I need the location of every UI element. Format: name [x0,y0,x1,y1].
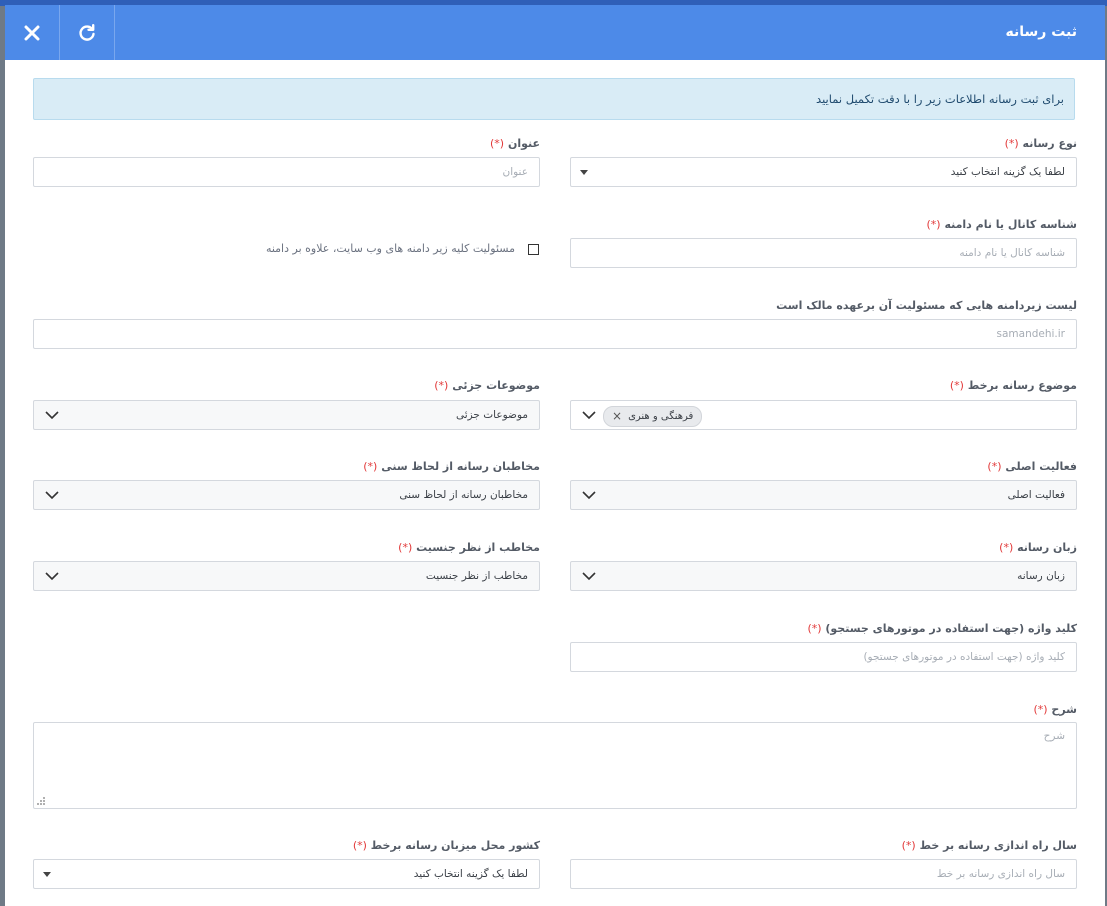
topic-tag: فرهنگی و هنری × [603,406,703,427]
sub-topics-label: موضوعات جزئی (*) [434,379,540,392]
age-audience-label: مخاطبان رسانه از لحاظ سنی (*) [363,460,540,473]
required-mark: (*) [949,379,964,392]
subdomain-checkbox[interactable] [528,244,539,255]
required-mark: (*) [901,839,916,852]
required-mark: (*) [987,460,1002,473]
resize-grip-icon[interactable] [37,797,45,805]
host-country-select[interactable]: لطفا یک گزینه انتخاب کنید [33,859,540,889]
required-mark: (*) [1033,703,1048,716]
launch-year-input[interactable] [570,859,1077,889]
caret-down-icon [43,872,51,877]
close-icon [24,25,40,40]
required-mark: (*) [490,137,505,150]
host-country-label: کشور محل میزبان رسانه برخط (*) [352,839,540,852]
required-mark: (*) [926,218,941,231]
required-mark: (*) [363,460,378,473]
chevron-down-icon [45,411,59,420]
chevron-down-icon [45,572,59,581]
info-alert-text: برای ثبت رسانه اطلاعات زیر را با دقت تکم… [816,92,1064,106]
keywords-input[interactable] [570,642,1077,672]
gender-audience-value: مخاطب از نظر جنسیت [425,570,528,582]
chevron-down-icon [582,411,596,420]
launch-year-label: سال راه اندازی رسانه بر خط (*) [901,839,1077,852]
gender-audience-label: مخاطب از نظر جنسیت (*) [398,541,540,554]
register-media-dialog: ثبت رسانه برای ثبت رسانه اطلاعات زیر را … [5,5,1105,906]
required-mark: (*) [352,839,367,852]
age-audience-value: مخاطبان رسانه از لحاظ سنی [399,489,528,501]
description-label: شرح (*) [1033,703,1077,716]
info-alert: برای ثبت رسانه اطلاعات زیر را با دقت تکم… [33,78,1075,120]
dialog-header: ثبت رسانه [5,5,1105,60]
online-topic-select[interactable]: فرهنگی و هنری × [570,400,1077,430]
caret-down-icon [580,170,588,175]
refresh-button[interactable] [60,5,115,60]
description-textarea[interactable] [33,722,1077,809]
age-audience-select[interactable]: مخاطبان رسانه از لحاظ سنی [33,480,540,510]
language-select[interactable]: زبان رسانه [570,561,1077,591]
chevron-down-icon [45,491,59,500]
dialog-title: ثبت رسانه [1005,24,1078,40]
channel-id-input[interactable] [570,238,1077,268]
required-mark: (*) [807,622,822,635]
title-input[interactable] [33,157,540,187]
required-mark: (*) [398,541,413,554]
language-value: زبان رسانه [1017,570,1065,582]
subdomain-list-label: لیست زیردامنه هایی که مسئولیت آن برعهده … [776,299,1077,312]
online-topic-label: موضوع رسانه برخط (*) [949,379,1077,392]
language-label: زبان رسانه (*) [999,541,1077,554]
required-mark: (*) [434,379,449,392]
main-activity-select[interactable]: فعالیت اصلی [570,480,1077,510]
sub-topics-select[interactable]: موضوعات جزئی [33,400,540,430]
topic-tag-label: فرهنگی و هنری [628,411,694,422]
close-button[interactable] [5,5,60,60]
media-type-value: لطفا یک گزینه انتخاب کنید [950,166,1065,178]
title-label: عنوان (*) [490,137,540,150]
host-country-value: لطفا یک گزینه انتخاب کنید [413,868,528,880]
subdomain-list-input[interactable] [33,319,1077,349]
chevron-down-icon [582,572,596,581]
media-type-select[interactable]: لطفا یک گزینه انتخاب کنید [570,157,1077,187]
refresh-icon [79,23,95,41]
gender-audience-select[interactable]: مخاطب از نظر جنسیت [33,561,540,591]
required-mark: (*) [999,541,1014,554]
subdomain-checkbox-label: مسئولیت کلیه زیر دامنه های وب سایت، علاو… [265,242,515,255]
main-activity-value: فعالیت اصلی [1007,489,1065,501]
media-type-label: نوع رسانه (*) [1004,137,1077,150]
tag-remove-icon[interactable]: × [612,407,622,426]
required-mark: (*) [1004,137,1019,150]
channel-id-label: شناسه کانال یا نام دامنه (*) [926,218,1078,231]
chevron-down-icon [582,491,596,500]
main-activity-label: فعالیت اصلی (*) [987,460,1077,473]
sub-topics-value: موضوعات جزئی [455,409,528,421]
keywords-label: کلید واژه (جهت استفاده در موتورهای جستجو… [807,622,1077,635]
